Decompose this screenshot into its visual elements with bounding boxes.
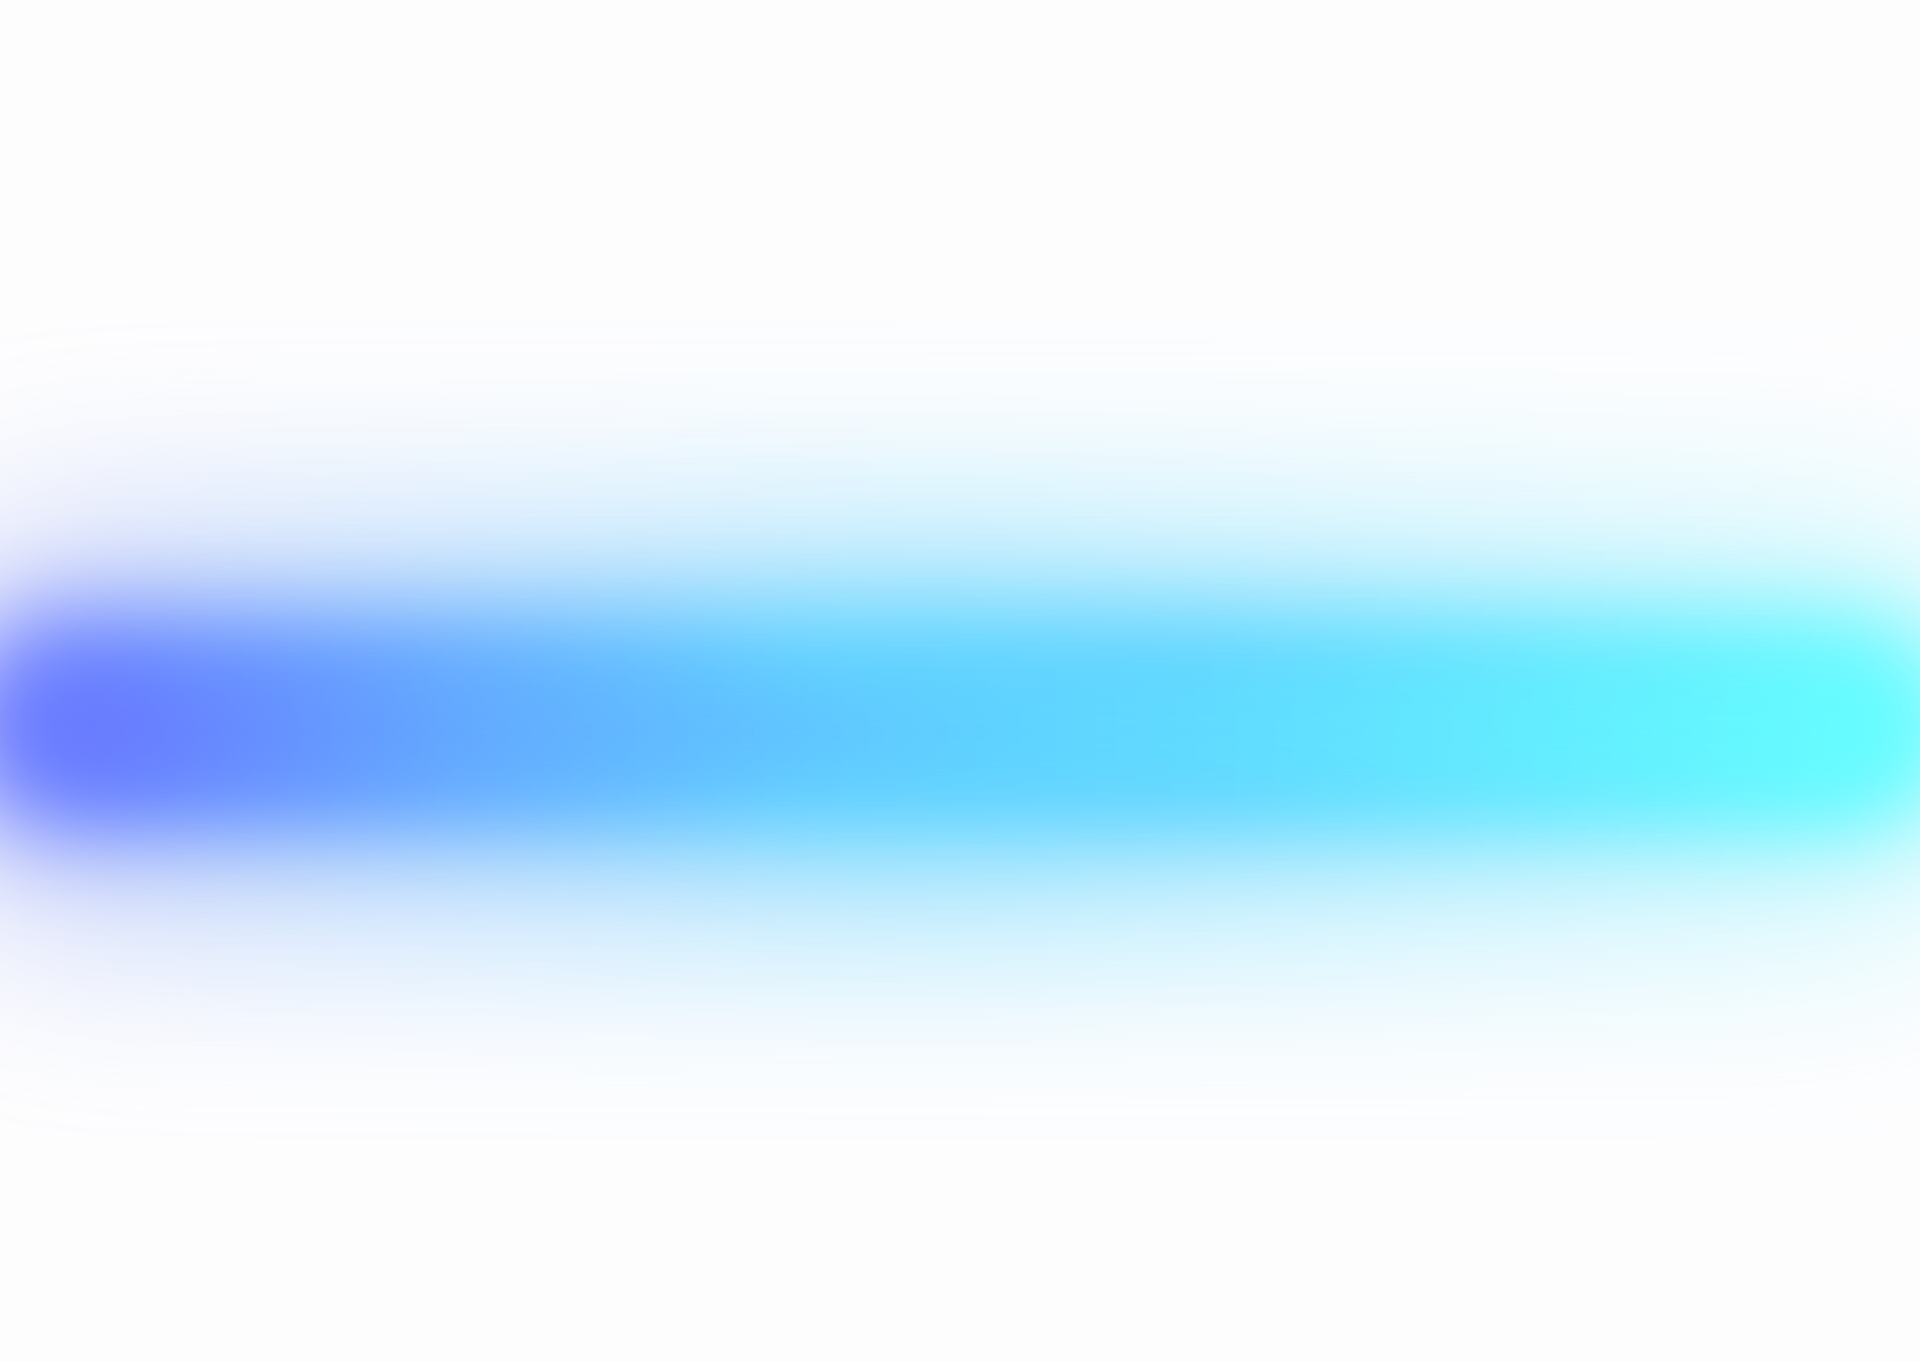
- blurred-gradient-canvas: [0, 0, 1920, 1362]
- gradient-glow-core: [60, 682, 1880, 782]
